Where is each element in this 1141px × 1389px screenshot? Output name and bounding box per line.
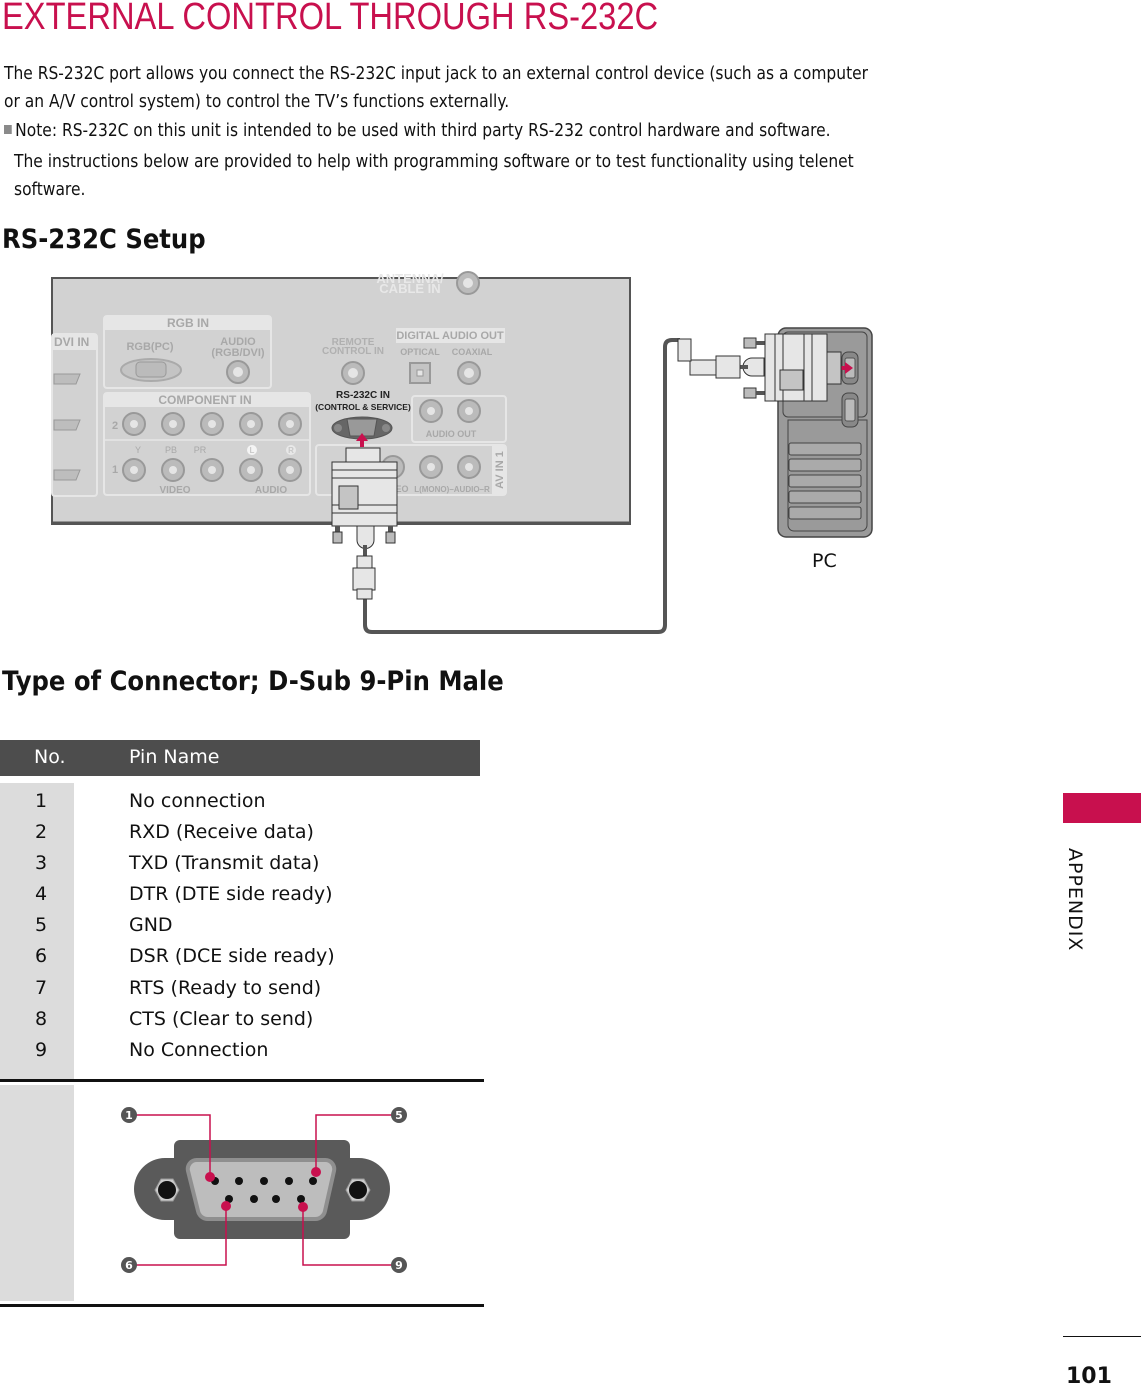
pin-number: 8: [35, 1008, 48, 1030]
note-paragraph: Note: RS-232C on this unit is intended t…: [4, 117, 831, 145]
pin-name: GND: [129, 914, 173, 936]
rs232-setup-diagram: ANTENNA/ CABLE IN DVI IN RGB IN RGB(PC) …: [51, 271, 873, 634]
digital-audio-out-label: DIGITAL AUDIO OUT: [396, 330, 504, 342]
optical-label: OPTICAL: [400, 347, 440, 357]
table-row: 3 TXD (Transmit data): [0, 852, 480, 883]
svg-text:9: 9: [395, 1259, 403, 1272]
connector-heading: Type of Connector; D-Sub 9-Pin Male: [2, 666, 504, 697]
table-row: 7 RTS (Ready to send): [0, 977, 480, 1008]
pc-side-d-sub-connector: [677, 333, 842, 402]
pin-name: No Connection: [129, 1039, 269, 1061]
pin-number: 2: [35, 821, 48, 843]
d-sub-9-pin-diagram: 1 5 6 9: [121, 1107, 407, 1273]
pin-callout-1: 1: [121, 1107, 137, 1123]
column-header-pin-name: Pin Name: [129, 746, 220, 768]
y-label: Y: [135, 445, 141, 455]
page-title: EXTERNAL CONTROL THROUGH RS-232C: [2, 0, 659, 38]
l-label: L: [250, 446, 255, 455]
pin-callout-6: 6: [121, 1257, 137, 1273]
dvi-in-label: DVI IN: [54, 335, 89, 349]
pb-label: PB: [165, 445, 177, 455]
pin-name: RTS (Ready to send): [129, 977, 322, 999]
svg-text:6: 6: [125, 1259, 133, 1272]
pin-name: DTR (DTE side ready): [129, 883, 333, 905]
pin-name: TXD (Transmit data): [129, 852, 320, 874]
instructions-paragraph: The instructions below are provided to h…: [14, 148, 854, 204]
table-row: 9 No Connection: [0, 1039, 480, 1070]
component-row-2-label: 2: [112, 420, 118, 432]
antenna-label-2: CABLE IN: [379, 281, 440, 296]
video-label: VIDEO: [159, 485, 190, 496]
rs232-in-label: RS-232C IN: [336, 390, 390, 401]
pin-number: 7: [35, 977, 48, 999]
coaxial-jack: [457, 361, 481, 385]
svg-text:1: 1: [125, 1109, 133, 1122]
table-row: 6 DSR (DCE side ready): [0, 945, 480, 976]
table-bottom-rule: [0, 1304, 484, 1307]
pin-name: DSR (DCE side ready): [129, 945, 335, 967]
remote-control-jack: [341, 361, 365, 385]
pin-name: CTS (Clear to send): [129, 1008, 314, 1030]
optical-port: [409, 362, 431, 384]
intro-paragraph: The RS-232C port allows you connect the …: [4, 60, 868, 116]
av-audio-label: L(MONO)–AUDIO–R: [414, 485, 490, 494]
rgb-pc-port: [120, 358, 182, 382]
pin-number: 3: [35, 852, 48, 874]
pin-name: RXD (Receive data): [129, 821, 314, 843]
square-bullet-icon: [4, 125, 12, 134]
intro-line-2: or an A/V control system) to control the…: [4, 91, 510, 112]
column-header-no: No.: [34, 746, 66, 768]
table-row: 2 RXD (Receive data): [0, 821, 480, 852]
r-label: R: [288, 446, 294, 455]
intro-line-1: The RS-232C port allows you connect the …: [4, 63, 869, 84]
pr-label: PR: [194, 445, 207, 455]
pin-number: 6: [35, 945, 48, 967]
section-label: APPENDIX: [1064, 848, 1086, 952]
pin-name: No connection: [129, 790, 266, 812]
audio-rgb-jack: [226, 360, 250, 384]
instructions-line-1: The instructions below are provided to h…: [14, 151, 854, 172]
footer-rule: [1063, 1336, 1141, 1337]
setup-heading: RS-232C Setup: [2, 224, 206, 255]
number-column-background: [0, 1085, 74, 1301]
note-text: Note: RS-232C on this unit is intended t…: [15, 120, 831, 141]
table-row: 5 GND: [0, 914, 480, 945]
table-row: 8 CTS (Clear to send): [0, 1008, 480, 1039]
section-tab-marker: [1063, 793, 1141, 823]
rgb-pc-label: RGB(PC): [126, 341, 173, 353]
component-in-label: COMPONENT IN: [158, 393, 251, 407]
pc-label: PC: [812, 550, 837, 572]
d-sub-connector-shell: [134, 1140, 390, 1239]
svg-text:5: 5: [395, 1109, 403, 1122]
table-row: 1 No connection: [0, 790, 480, 821]
pin-number: 9: [35, 1039, 48, 1061]
pin-callout-5: 5: [391, 1107, 407, 1123]
pin-callout-9: 9: [391, 1257, 407, 1273]
antenna-jack: [456, 271, 480, 295]
coaxial-label: COAXIAL: [452, 347, 493, 357]
pin-number: 5: [35, 914, 48, 936]
remote-label-2: CONTROL IN: [322, 346, 384, 357]
instructions-line-2: software.: [14, 179, 86, 200]
table-row: 4 DTR (DTE side ready): [0, 883, 480, 914]
audio-out-label: AUDIO OUT: [426, 429, 477, 439]
pin-number: 1: [35, 790, 48, 812]
table-header: No. Pin Name: [0, 740, 480, 776]
pin-number: 4: [35, 883, 48, 905]
av-in-1-label: AV IN 1: [494, 451, 506, 489]
page-number: 101: [1066, 1364, 1112, 1389]
audio-label: AUDIO: [255, 485, 287, 496]
rs232-service-label: (CONTROL & SERVICE): [315, 402, 411, 412]
audio-rgb-dvi-label-2: (RGB/DVI): [211, 347, 265, 359]
component-row-1-label: 1: [112, 464, 118, 476]
rgb-in-label: RGB IN: [167, 316, 209, 330]
